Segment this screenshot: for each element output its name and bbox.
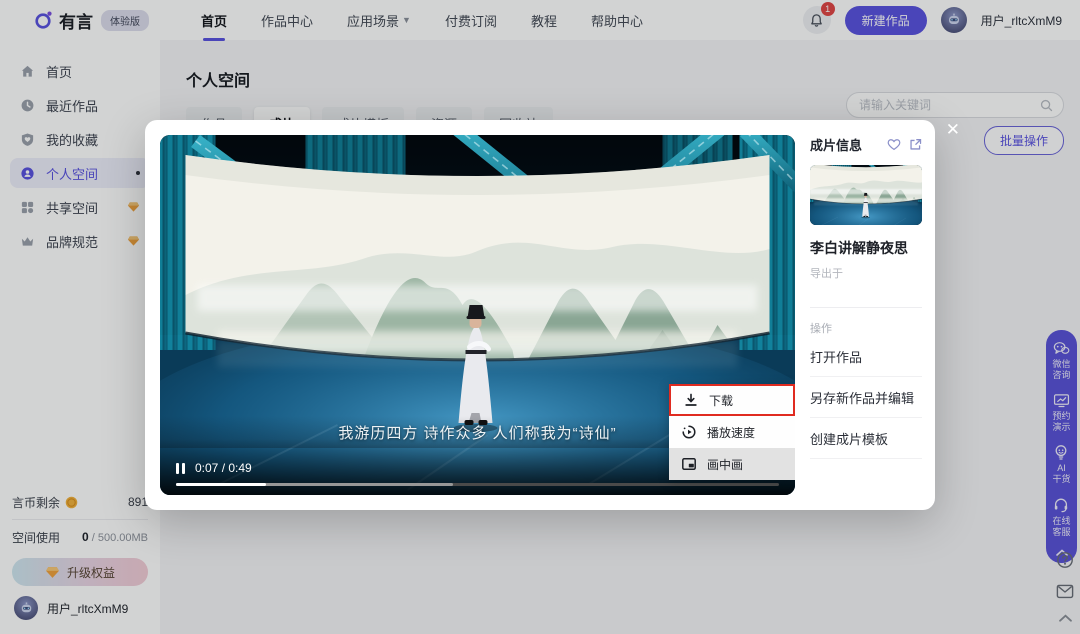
thumbnail-image [810,165,922,225]
player-controls: 0:07 / 0:49 [176,461,252,475]
menu-item-label: 下载 [709,392,733,409]
download-icon [684,393,698,407]
video-info-panel: 成片信息 [810,135,922,459]
menu-item-download[interactable]: 下载 [669,384,795,416]
menu-item-playback-speed[interactable]: 播放速度 [669,416,795,448]
time-display: 0:07 / 0:49 [195,461,252,475]
video-player[interactable]: 我游历四方 诗作众多 人们称我为“诗仙” 0:07 / 0:49 下载 [160,135,795,495]
video-title: 李白讲解静夜思 [810,238,922,258]
action-save-as-new[interactable]: 另存新作品并编辑 [810,377,922,418]
close-icon[interactable]: ✕ [946,121,960,138]
action-open-work[interactable]: 打开作品 [810,336,922,377]
share-button[interactable] [909,138,922,151]
info-panel-title: 成片信息 [810,135,862,154]
favorite-button[interactable] [887,138,901,151]
menu-item-label: 画中画 [707,456,743,473]
pip-icon [682,458,696,470]
app-window: 有言 体验版 首页 作品中心 应用场景 ▼ 付费订阅 教程 帮助中心 1 新建作… [0,0,1080,634]
share-export-icon [909,138,922,151]
video-preview-modal: ✕ 我游历四方 诗作众多 人们称我为“诗仙” 0:07 / 0:49 [145,120,935,510]
action-create-template[interactable]: 创建成片模板 [810,418,922,459]
progress-played [176,483,266,486]
playback-speed-icon [682,425,696,439]
heart-icon [887,138,901,151]
menu-item-label: 播放速度 [707,424,755,441]
player-context-menu: 下载 播放速度 画中画 [669,384,795,480]
divider [810,307,922,308]
pause-button[interactable] [176,463,185,474]
actions-label: 操作 [810,320,922,336]
exported-at-label: 导出于 [810,265,922,281]
menu-item-pip[interactable]: 画中画 [669,448,795,480]
video-thumbnail[interactable] [810,165,922,225]
progress-bar[interactable] [176,483,779,486]
